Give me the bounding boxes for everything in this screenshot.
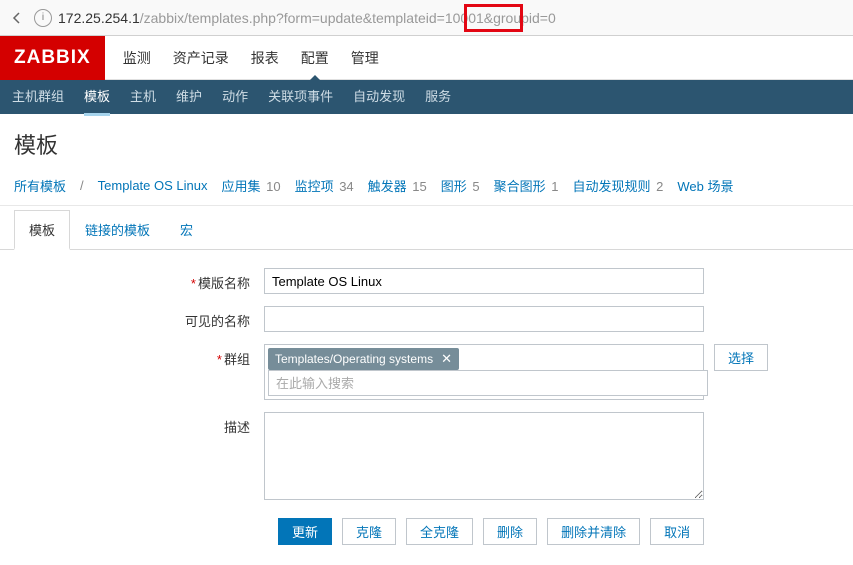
fullclone-button[interactable]: 全克隆 [406,518,473,545]
tab[interactable]: 模板 [14,210,70,250]
page-title: 模板 [0,114,853,170]
subnav-item[interactable]: 模板 [84,78,110,116]
close-icon[interactable]: ✕ [441,351,452,367]
groups-multiselect[interactable]: Templates/Operating systems ✕ [264,344,704,400]
template-name-input[interactable] [264,268,704,294]
topnav-item[interactable]: 管理 [351,36,379,80]
subnav-item[interactable]: 动作 [222,78,248,116]
delete-clear-button[interactable]: 删除并清除 [547,518,640,545]
subnav-item[interactable]: 自动发现 [353,78,405,116]
desc-label: 描述 [14,412,264,436]
filter-item[interactable]: 自动发现规则 2 [572,176,663,195]
current-template-link[interactable]: Template OS Linux [98,178,208,193]
separator: / [80,178,84,193]
cancel-button[interactable]: 取消 [650,518,704,545]
groups-search-input[interactable] [268,370,708,396]
filter-item[interactable]: 监控项 34 [295,176,354,195]
subnav-item[interactable]: 主机 [130,78,156,116]
update-button[interactable]: 更新 [278,518,332,545]
description-textarea[interactable] [264,412,704,500]
delete-button[interactable]: 删除 [483,518,537,545]
topnav-item[interactable]: 资产记录 [173,36,229,80]
filter-item[interactable]: 应用集 10 [221,176,280,195]
filter-item[interactable]: 图形 5 [441,176,480,195]
logo[interactable]: ZABBIX [0,36,105,80]
tab[interactable]: 宏 [165,210,208,250]
topnav-item[interactable]: 报表 [251,36,279,80]
filter-item[interactable]: Web 场景 [677,176,733,195]
filter-item[interactable]: 聚合图形 1 [494,176,559,195]
select-button[interactable]: 选择 [714,344,768,371]
filter-item[interactable]: 触发器 15 [368,176,427,195]
all-templates-link[interactable]: 所有模板 [14,176,66,195]
url-display[interactable]: 172.25.254.1/zabbix/templates.php?form=u… [58,10,556,26]
subnav-item[interactable]: 服务 [425,78,451,116]
back-button[interactable] [6,7,28,29]
clone-button[interactable]: 克隆 [342,518,396,545]
groups-label: *群组 [14,344,264,368]
topnav-item[interactable]: 监测 [123,36,151,80]
group-chip[interactable]: Templates/Operating systems ✕ [268,348,459,370]
subnav-item[interactable]: 关联项事件 [268,78,333,116]
info-icon[interactable]: i [34,9,52,27]
visible-name-input[interactable] [264,306,704,332]
subnav-item[interactable]: 维护 [176,78,202,116]
topnav-item[interactable]: 配置 [301,36,329,80]
name-label: *模版名称 [14,268,264,292]
tab[interactable]: 链接的模板 [70,210,165,250]
subnav-item[interactable]: 主机群组 [12,78,64,116]
visible-label: 可见的名称 [14,306,264,330]
